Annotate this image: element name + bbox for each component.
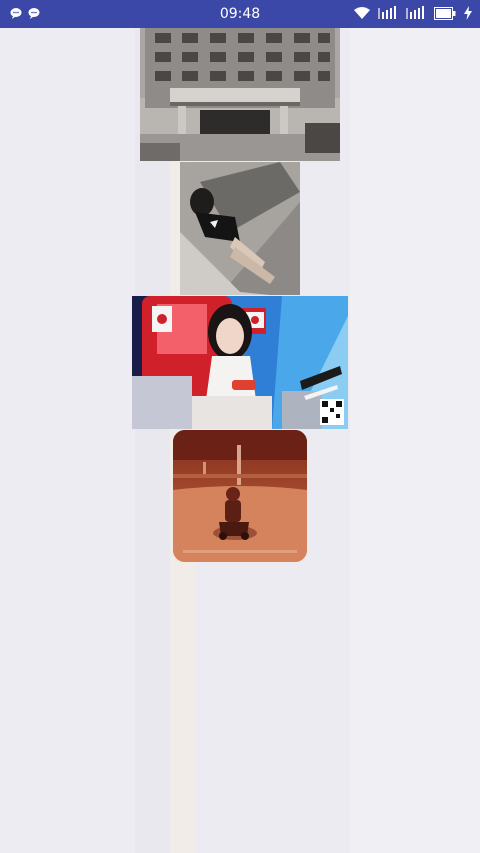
status-bar: 09:48 xyxy=(0,0,480,28)
wifi-icon xyxy=(354,6,370,19)
charging-icon xyxy=(464,6,472,20)
system-icons xyxy=(354,6,472,20)
signal-icon xyxy=(406,6,424,19)
tv-show-singer-photo[interactable] xyxy=(132,296,348,429)
signal-icon xyxy=(378,6,396,19)
person-lying-photo[interactable] xyxy=(180,162,300,295)
image-feed[interactable] xyxy=(0,28,480,853)
street-robot-photo[interactable] xyxy=(173,430,307,562)
battery-icon xyxy=(434,6,456,20)
building-photo[interactable] xyxy=(140,28,340,161)
